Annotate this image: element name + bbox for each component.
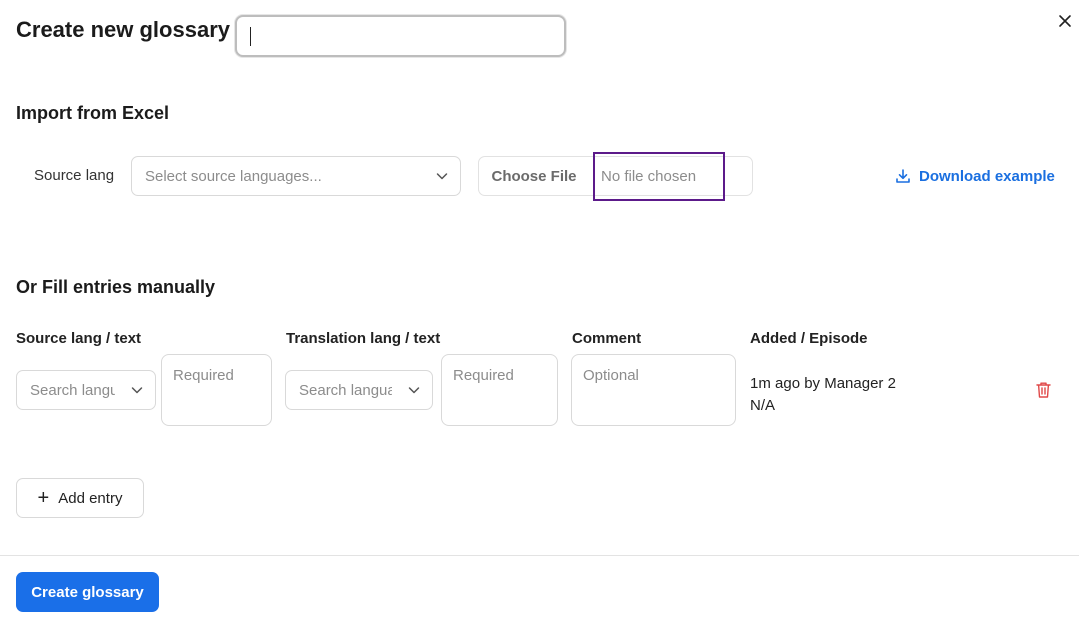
download-example-label: Download example <box>919 167 1055 185</box>
column-header-comment: Comment <box>572 330 642 347</box>
translation-language-select[interactable]: Search languages <box>285 370 433 410</box>
translation-language-placeholder: Search languages <box>299 381 392 399</box>
add-entry-button[interactable]: + Add entry <box>16 478 144 518</box>
dialog-title: Create new glossary <box>16 17 230 42</box>
comment-input[interactable]: Optional <box>571 354 736 426</box>
source-languages-placeholder: Select source languages... <box>145 167 322 185</box>
file-upload-control: Choose File No file chosen <box>478 156 753 196</box>
chevron-down-icon <box>131 387 143 394</box>
glossary-name-input[interactable] <box>235 15 566 57</box>
manual-heading: Or Fill entries manually <box>16 277 216 297</box>
column-header-source: Source lang / text <box>16 330 142 347</box>
chevron-down-icon <box>408 387 420 394</box>
source-language-select[interactable]: Search languages <box>16 370 156 410</box>
close-icon[interactable] <box>1057 13 1073 29</box>
plus-icon: + <box>37 487 50 509</box>
translation-text-input[interactable]: Required <box>441 354 558 426</box>
create-glossary-button[interactable]: Create glossary <box>16 572 159 612</box>
column-header-translation: Translation lang / text <box>286 330 441 347</box>
add-entry-label: Add entry <box>58 489 123 507</box>
source-languages-select[interactable]: Select source languages... <box>131 156 461 196</box>
download-example-link[interactable]: Download example <box>895 165 1055 187</box>
text-caret <box>250 27 251 46</box>
footer-divider <box>0 555 1079 556</box>
no-file-text: No file chosen <box>601 167 697 185</box>
source-language-placeholder: Search languages <box>30 381 115 399</box>
download-icon <box>896 169 910 183</box>
choose-file-button[interactable]: Choose File <box>479 157 589 195</box>
source-text-input[interactable]: Required <box>161 354 272 426</box>
episode-text: N/A <box>750 397 776 414</box>
import-heading: Import from Excel <box>16 103 170 123</box>
added-by-text: 1m ago by Manager 2 <box>750 375 896 392</box>
chevron-down-icon <box>436 173 448 180</box>
added-info: 1m ago by Manager 2 N/A <box>750 373 896 417</box>
source-lang-label: Source lang <box>34 167 115 184</box>
trash-icon[interactable] <box>1035 381 1052 399</box>
column-header-added: Added / Episode <box>750 330 868 347</box>
